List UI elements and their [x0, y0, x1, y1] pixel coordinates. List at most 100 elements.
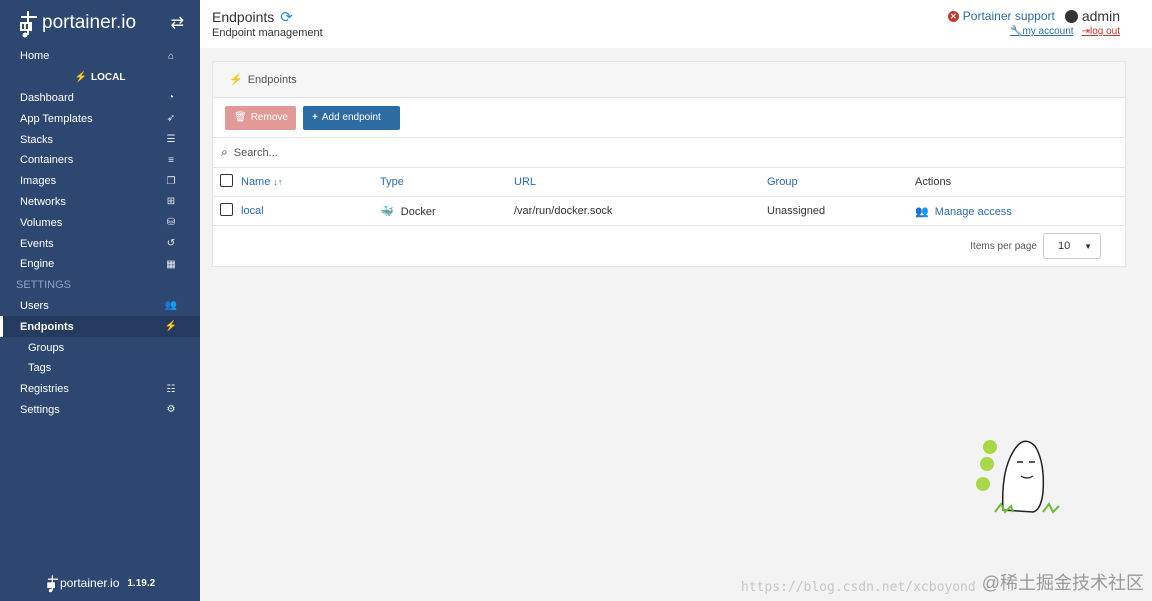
th-icon: ▦: [166, 258, 176, 270]
sidebar-item-label: Tags: [28, 362, 52, 375]
sidebar-item-app-templates[interactable]: App Templates ➶: [0, 108, 200, 129]
users-icon: 👥: [915, 205, 929, 218]
items-per-page-select[interactable]: 10 ▼: [1043, 233, 1101, 259]
user-info: admin: [1064, 8, 1120, 24]
column-group[interactable]: Group: [767, 176, 915, 188]
endpoint-url: /var/run/docker.sock: [514, 205, 613, 217]
sidebar-item-label: Users: [20, 299, 49, 312]
home-icon: ⌂: [167, 50, 175, 62]
sidebar-item-label: Endpoints: [20, 320, 74, 333]
sidebar-item-label: Groups: [28, 341, 65, 354]
sidebar-item-users[interactable]: Users 👥: [0, 296, 200, 317]
plug-icon: ⚡: [74, 71, 87, 83]
sidebar-item-dashboard[interactable]: Dashboard ◔: [0, 88, 200, 109]
sidebar-item-label: Registries: [20, 383, 69, 396]
th-list-icon: ☰: [166, 134, 176, 146]
column-type[interactable]: Type: [380, 176, 514, 188]
endpoint-group: Unassigned: [767, 205, 826, 217]
version-label: 1.19.2: [127, 577, 156, 589]
exchange-icon[interactable]: ⇄: [171, 13, 184, 33]
sidebar-item-label: Stacks: [20, 133, 54, 146]
portainer-logo-icon: [47, 575, 59, 593]
sidebar-item-label: Events: [20, 237, 54, 250]
sidebar-item-label: Home: [20, 50, 50, 63]
endpoint-type: 🐳 Docker: [380, 205, 514, 218]
sidebar-item-settings[interactable]: Settings ⚙: [0, 400, 200, 421]
page-header: Endpoints ⟳ Endpoint management ✕ Portai…: [200, 0, 1152, 48]
page-title: Endpoints ⟳: [212, 8, 293, 26]
endpoint-section-label: ⚡ LOCAL: [0, 67, 200, 88]
search-input[interactable]: [233, 146, 634, 159]
sidebar-item-label: Dashboard: [20, 91, 74, 104]
sidebar-item-endpoints[interactable]: Endpoints ⚡: [0, 316, 200, 338]
sidebar-item-registries[interactable]: Registries ☷: [0, 379, 200, 400]
row-checkbox[interactable]: [220, 203, 233, 216]
widget-title: Endpoints: [247, 73, 297, 86]
sidebar-item-tags[interactable]: Tags: [0, 358, 200, 379]
sidebar-item-label: Engine: [20, 258, 55, 271]
watermark-url: https://blog.csdn.net/xcboyond: [740, 580, 976, 595]
sidebar-item-label: Containers: [20, 154, 74, 167]
sidebar-item-containers[interactable]: Containers ≡: [0, 150, 200, 171]
column-name[interactable]: Name ↓↑: [241, 176, 380, 188]
page-subtitle: Endpoint management: [212, 27, 323, 39]
items-per-page-label: Items per page: [970, 240, 1037, 252]
portainer-logo[interactable]: portainer.io: [18, 8, 136, 38]
sidebar-item-label: Settings: [20, 403, 60, 416]
portainer-logo-icon: [20, 11, 37, 38]
trash-icon: 🗑: [234, 112, 247, 123]
sidebar-item-networks[interactable]: Networks ⊞: [0, 192, 200, 213]
sidebar-item-stacks[interactable]: Stacks ☰: [0, 129, 200, 150]
remove-label: Remove: [250, 112, 288, 123]
page-title-text: Endpoints: [212, 9, 275, 25]
times-circle-icon: ✕: [947, 10, 959, 22]
watermark: https://blog.csdn.net/xcboyond @稀土掘金技术社区: [741, 569, 1144, 595]
sidebar-item-events[interactable]: Events ↺: [0, 233, 200, 254]
sidebar-item-label: Networks: [20, 195, 66, 208]
plug-icon: ⚡: [164, 321, 178, 333]
endpoint-name-link[interactable]: local: [241, 205, 380, 217]
sidebar-footer: portainer.io 1.19.2: [46, 573, 155, 593]
endpoints-widget: ⚡ Endpoints 🗑 Remove + Add endpoint ⌕ Na…: [212, 61, 1126, 267]
database-icon: ☷: [166, 383, 176, 395]
endpoint-name: LOCAL: [91, 71, 126, 83]
search-icon: ⌕: [221, 145, 228, 159]
settings-header: SETTINGS: [16, 279, 72, 292]
caret-down-icon: ▼: [1084, 241, 1092, 251]
brand-name: portainer.io: [42, 12, 137, 33]
manage-access-link[interactable]: 👥 Manage access: [915, 205, 1115, 218]
select-all-checkbox[interactable]: [220, 174, 233, 187]
sidebar-brand: portainer.io ⇄: [0, 0, 200, 46]
sidebar-item-label: Images: [20, 175, 57, 188]
column-name-label: Name: [241, 176, 271, 188]
sidebar-item-label: App Templates: [20, 112, 93, 125]
docker-icon: 🐳: [380, 205, 394, 218]
sort-icon: ↓↑: [273, 177, 283, 187]
user-circle-icon: [1064, 9, 1078, 23]
table-row: local 🐳 Docker /var/run/docker.sock Unas…: [213, 197, 1125, 226]
add-endpoint-button[interactable]: + Add endpoint: [303, 105, 400, 130]
clone-icon: ❐: [166, 175, 176, 187]
support-link[interactable]: ✕ Portainer support: [947, 9, 1055, 23]
sidebar-item-label: Volumes: [20, 216, 63, 229]
sidebar-item-volumes[interactable]: Volumes ⛁: [0, 212, 200, 233]
logout-link[interactable]: ⇥log out: [1082, 26, 1120, 37]
refresh-icon[interactable]: ⟳: [280, 8, 293, 26]
plug-icon: ⚡: [229, 74, 243, 86]
tachometer-icon: ◔: [167, 92, 175, 104]
plus-icon: +: [312, 112, 318, 123]
items-per-page-value: 10: [1058, 240, 1071, 252]
cartoon-sticker: [976, 440, 1060, 514]
watermark-brand: @稀土掘金技术社区: [981, 573, 1144, 593]
sign-out-icon: ⇥: [1081, 26, 1090, 37]
cogs-icon: ⚙: [166, 404, 176, 416]
widget-actions: 🗑 Remove + Add endpoint: [213, 98, 1125, 138]
remove-button[interactable]: 🗑 Remove: [225, 105, 296, 130]
sidebar-item-home[interactable]: Home ⌂: [0, 46, 200, 67]
sidebar-item-groups[interactable]: Groups: [0, 337, 200, 358]
my-account-link[interactable]: 🔧my account: [1010, 26, 1074, 37]
sidebar-item-images[interactable]: Images ❐: [0, 171, 200, 192]
sidebar-item-engine[interactable]: Engine ▦: [0, 254, 200, 275]
column-actions: Actions: [915, 176, 952, 188]
column-url[interactable]: URL: [514, 176, 767, 188]
